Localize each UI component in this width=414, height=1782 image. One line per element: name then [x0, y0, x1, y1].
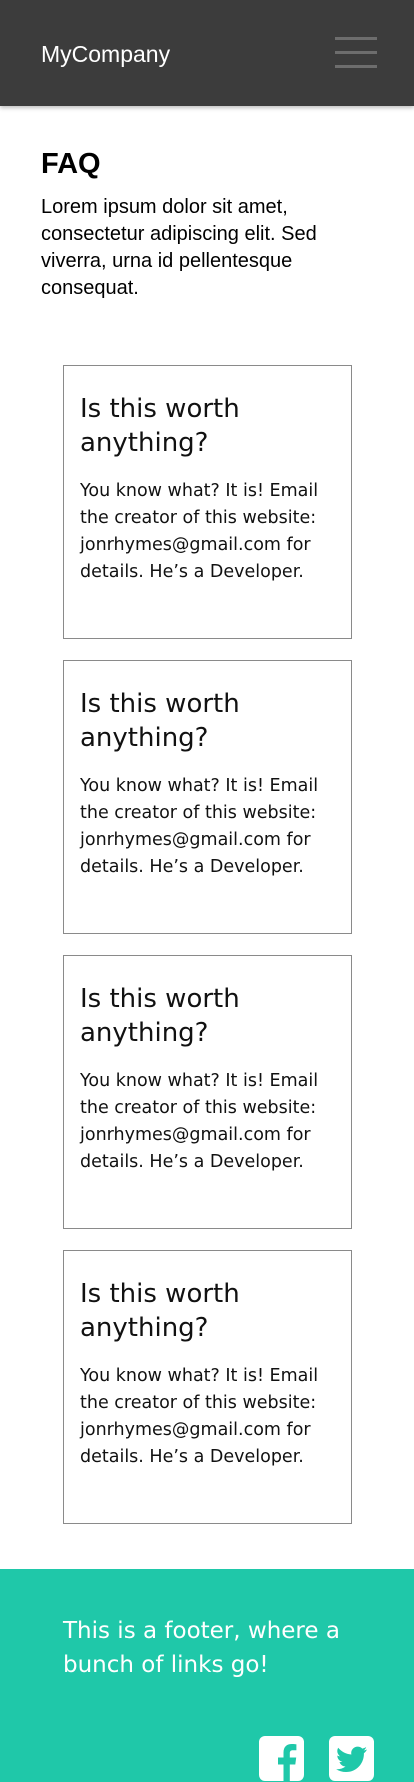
- faq-card: Is this worth anything? You know what? I…: [63, 1250, 352, 1524]
- intro-text: Lorem ipsum dolor sit amet, consectetur …: [41, 196, 317, 299]
- faq-question: Is this worth anything?: [80, 689, 240, 753]
- brand-logo-text[interactable]: MyCompany: [41, 39, 170, 69]
- site-header: MyCompany: [0, 0, 414, 106]
- twitter-icon-glyph: [336, 1746, 367, 1772]
- faq-answer: You know what? It is! Email the creator …: [80, 776, 319, 877]
- faq-card: Is this worth anything? You know what? I…: [63, 955, 352, 1229]
- faq-question: Is this worth anything?: [80, 984, 240, 1048]
- page-title: FAQ: [41, 148, 101, 180]
- faq-answer: You know what? It is! Email the creator …: [80, 481, 319, 582]
- faq-card: Is this worth anything? You know what? I…: [63, 660, 352, 934]
- faq-question: Is this worth anything?: [80, 394, 240, 458]
- twitter-icon[interactable]: [329, 1736, 374, 1781]
- menu-line: [335, 51, 377, 54]
- hamburger-menu-icon[interactable]: [333, 33, 379, 73]
- faq-answer: You know what? It is! Email the creator …: [80, 1366, 319, 1467]
- footer-text: This is a footer, where a bunch of links…: [63, 1618, 340, 1678]
- faq-card: Is this worth anything? You know what? I…: [63, 365, 352, 639]
- faq-question: Is this worth anything?: [80, 1279, 240, 1343]
- facebook-icon-glyph: [278, 1744, 297, 1781]
- facebook-icon[interactable]: [259, 1736, 304, 1781]
- menu-line: [335, 37, 377, 40]
- menu-line: [335, 65, 377, 68]
- faq-answer: You know what? It is! Email the creator …: [80, 1071, 319, 1172]
- site-footer: This is a footer, where a bunch of links…: [0, 1569, 414, 1782]
